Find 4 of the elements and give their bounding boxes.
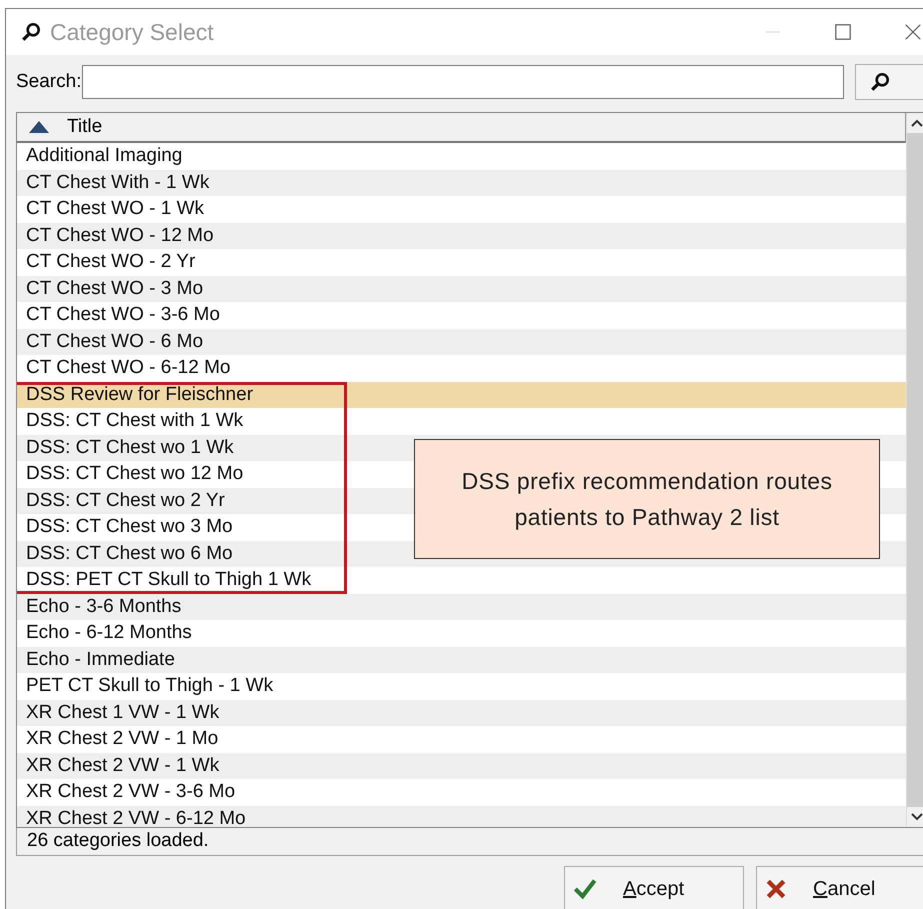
window-title: Category Select — [50, 18, 214, 46]
status-text: 26 categories loaded. — [16, 828, 923, 856]
callout-tooltip: DSS prefix recommendation routes patients to Pathway 2 list — [414, 439, 880, 559]
search-label: Search: — [16, 71, 82, 93]
